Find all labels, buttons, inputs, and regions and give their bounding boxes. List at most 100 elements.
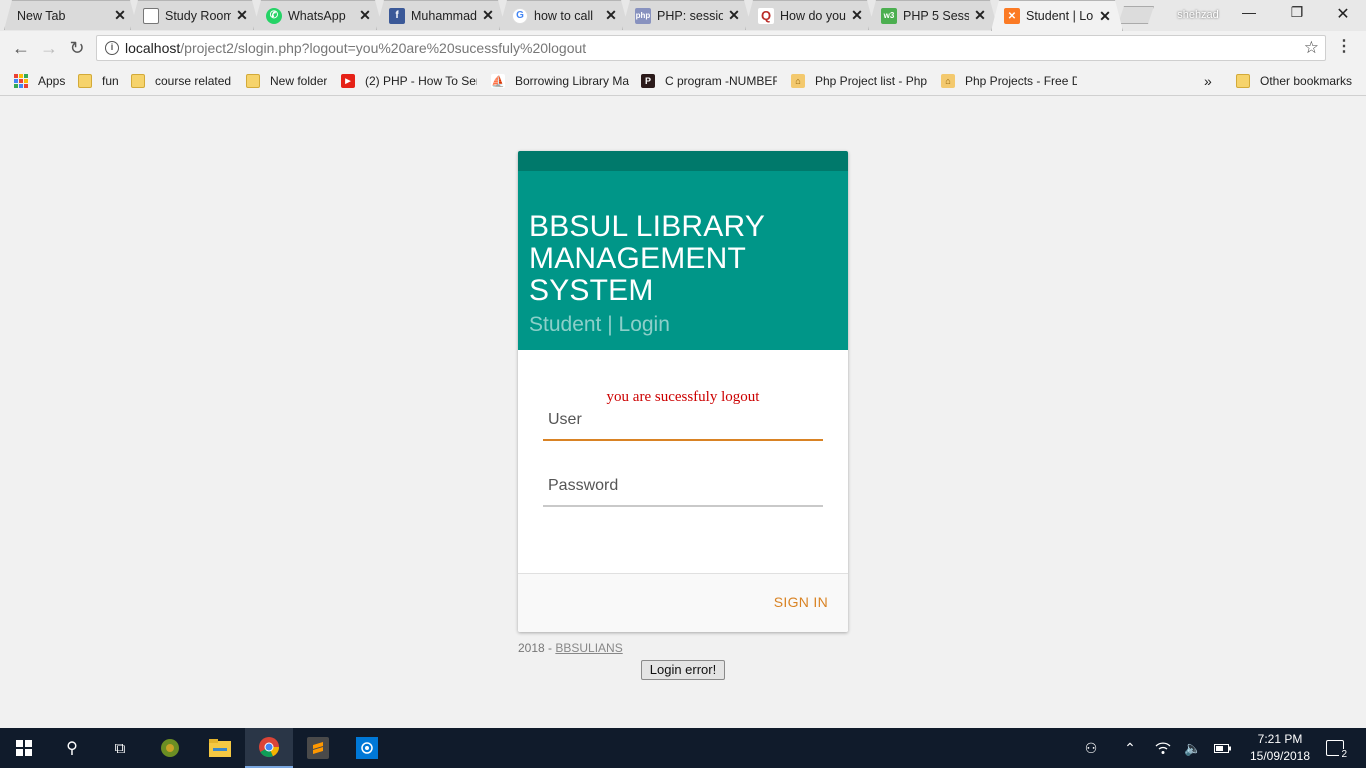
page-content: BBSUL LIBRARY MANAGEMENT SYSTEM Student … [0,96,1366,728]
close-icon[interactable]: ✕ [113,7,127,24]
bookmark-youtube[interactable]: ▶ (2) PHP - How To Sen [341,71,477,91]
bookmark-label: Php Projects - Free D [965,74,1077,88]
clock-time: 7:21 PM [1257,732,1303,746]
page-icon [143,8,159,24]
close-icon[interactable]: ✕ [1098,8,1112,25]
volume-icon[interactable]: 🔈 [1180,728,1206,768]
chrome-icon[interactable] [245,728,293,768]
info-icon[interactable]: i [105,41,119,55]
password-field[interactable]: Password [543,475,823,507]
quora-icon: Q [758,8,774,24]
w3schools-icon: w3 [881,8,897,24]
window-close-icon[interactable]: ✕ [1330,4,1356,24]
bookmark-apps[interactable]: Apps [14,71,65,91]
library-icon: ⛵ [491,74,505,88]
folder-icon [246,74,260,88]
facebook-icon: f [389,8,405,24]
forward-arrow-icon[interactable]: → [36,35,62,61]
page-title: BBSUL LIBRARY MANAGEMENT SYSTEM [529,211,838,307]
tab-quora[interactable]: Q How do you ✕ [745,0,875,30]
title-line: BBSUL LIBRARY [529,210,766,243]
logout-message: you are sucessfuly logout [606,389,760,405]
new-tab-button[interactable] [1118,6,1154,24]
bookmark-label: Other bookmarks [1260,74,1353,88]
tab-whatsapp[interactable]: ✆ WhatsApp ✕ [253,0,383,30]
folder-icon [131,74,145,88]
tab-label: WhatsApp [288,8,346,23]
task-view-icon[interactable]: ⧉ [96,728,144,768]
reload-icon[interactable]: ↻ [64,35,90,61]
google-icon: G [512,8,528,24]
battery-icon[interactable] [1210,728,1236,768]
tab-google[interactable]: G how to call ✕ [499,0,629,30]
bookmarks-bar: Apps fun course related New folder ▶ (2)… [0,65,1366,96]
sign-in-button[interactable]: SIGN IN [774,594,828,610]
close-icon[interactable]: ✕ [973,7,987,24]
bookmark-other[interactable]: Other bookmarks [1236,71,1352,91]
tab-w3schools[interactable]: w3 PHP 5 Sessi ✕ [868,0,998,30]
bookmark-php-projects[interactable]: ⌂ Php Projects - Free D [941,71,1077,91]
bookmark-label: C program -NUMBER [665,74,777,88]
bookmark-php-project-list[interactable]: ⌂ Php Project list - Php [791,71,927,91]
folder-icon [78,74,92,88]
close-icon[interactable]: ✕ [481,7,495,24]
close-icon[interactable]: ✕ [235,7,249,24]
bookmark-c-program[interactable]: P C program -NUMBER [641,71,777,91]
menu-dots-icon[interactable]: ⋮ [1336,35,1352,61]
tab-facebook[interactable]: f Muhammad ✕ [376,0,506,30]
title-line: MANAGEMENT [529,242,747,275]
whatsapp-icon: ✆ [266,8,282,24]
notifications-icon[interactable]: 2 [1320,728,1350,768]
file-explorer-icon[interactable] [196,728,244,768]
search-icon[interactable]: ⚲ [48,728,96,768]
browser-toolbar: ← → ↻ i localhost/project2/slogin.php?lo… [0,31,1366,65]
folder-icon [1236,74,1250,88]
tab-label: Study Room [165,8,231,23]
tab-new-tab[interactable]: New Tab ✕ [4,0,138,30]
page-subtitle: Student | Login [529,313,670,336]
card-header: BBSUL LIBRARY MANAGEMENT SYSTEM Student … [518,171,848,350]
tab-student-login[interactable]: ✕ Student | Lo ✕ [991,0,1123,31]
tab-php-session[interactable]: php PHP: session ✕ [622,0,752,30]
user-field[interactable]: User [543,409,823,441]
close-icon[interactable]: ✕ [727,7,741,24]
back-arrow-icon[interactable]: ← [8,35,34,61]
close-icon[interactable]: ✕ [604,7,618,24]
close-icon[interactable]: ✕ [358,7,372,24]
minimize-icon[interactable]: — [1236,4,1262,24]
bookmark-library[interactable]: ⛵ Borrowing Library Ma [491,71,629,91]
title-line: SYSTEM [529,274,654,307]
user-placeholder: User [548,411,582,428]
bookmark-new-folder[interactable]: New folder [246,71,327,91]
bookmarks-overflow-icon[interactable]: » [1204,71,1212,91]
app-icon[interactable] [146,728,194,768]
chevron-up-icon[interactable]: ⌃ [1118,728,1142,768]
restore-icon[interactable]: ❐ [1284,4,1310,24]
bookmark-icon: ⌂ [941,74,955,88]
people-icon[interactable]: ⚇ [1078,728,1104,768]
clock[interactable]: 7:21 PM 15/09/2018 [1244,731,1316,765]
tab-study-room[interactable]: Study Room ✕ [130,0,260,30]
password-placeholder: Password [548,477,619,494]
star-icon[interactable]: ☆ [1304,38,1319,58]
bookmark-fun[interactable]: fun [78,71,119,91]
profile-name[interactable]: shehzad [1162,6,1234,24]
sublime-icon[interactable] [294,728,342,768]
login-error-button[interactable]: Login error! [641,660,725,680]
url-host: localhost [125,40,181,56]
notification-count: 2 [1339,749,1349,761]
address-bar[interactable]: i localhost/project2/slogin.php?logout=y… [96,35,1326,61]
tab-label: New Tab [17,8,66,23]
windows-start-icon[interactable] [0,728,48,768]
copyright: 2018 - BBSULIANS [518,641,623,655]
close-icon[interactable]: ✕ [850,7,864,24]
bookmark-course-related[interactable]: course related [131,71,231,91]
youtube-icon: ▶ [341,74,355,88]
wifi-icon[interactable] [1150,728,1176,768]
bbsulians-link[interactable]: BBSULIANS [555,641,622,655]
store-icon[interactable] [343,728,391,768]
clock-date: 15/09/2018 [1249,749,1311,763]
p-icon: P [641,74,655,88]
login-card: BBSUL LIBRARY MANAGEMENT SYSTEM Student … [518,151,848,632]
apps-grid-icon [14,74,28,88]
